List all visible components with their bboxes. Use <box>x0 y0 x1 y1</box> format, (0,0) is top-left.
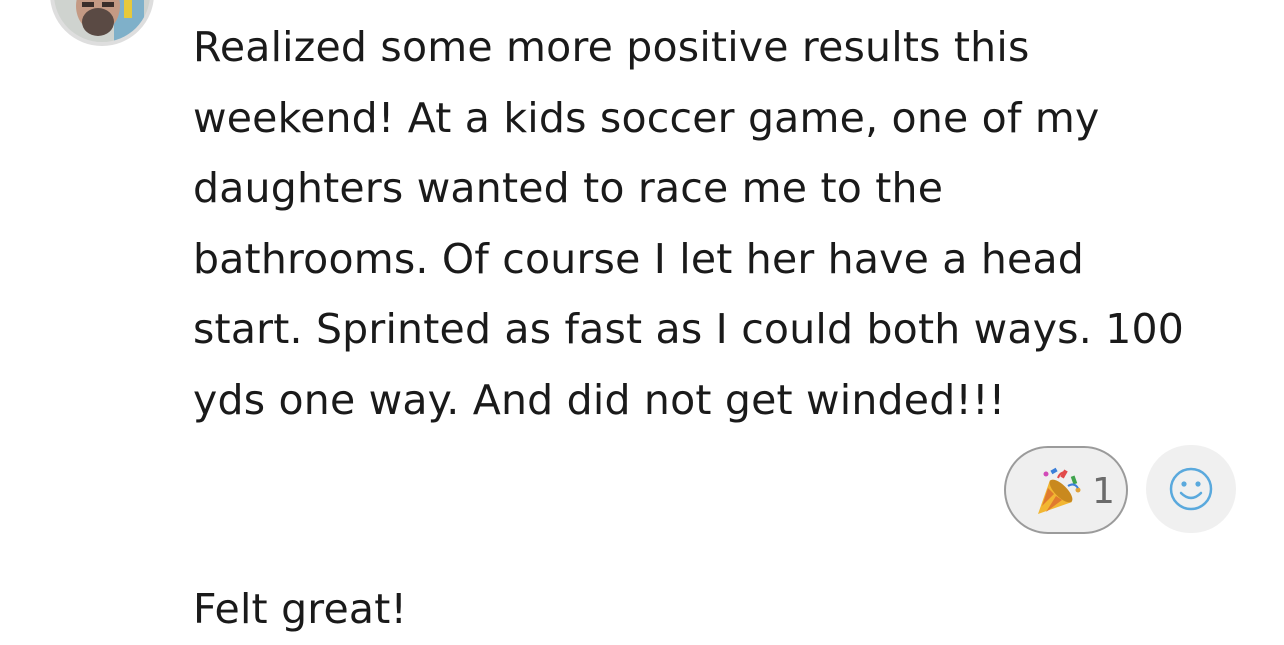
party-reaction-button[interactable]: 1 <box>1004 446 1128 534</box>
post-message-line: bathrooms. Of course I let her have a he… <box>193 234 1085 283</box>
post-message-line: Realized some more positive results this <box>193 23 1030 71</box>
post-message-line: start. Sprinted as fast as I could both … <box>193 305 1185 353</box>
smiley-face-icon <box>1169 467 1213 511</box>
post-message-line: daughters wanted to race me to the <box>193 164 944 212</box>
avatar[interactable] <box>50 0 154 46</box>
post-message-line: weekend! At a kids soccer game, one of m… <box>193 93 1100 142</box>
user-photo-icon <box>54 0 150 42</box>
post-message-line: yds one way. And did not get winded!!! <box>193 375 1006 424</box>
party-popper-icon <box>1038 467 1081 514</box>
followup-message: Felt great! <box>193 585 408 633</box>
post-message: Realized some more positive results this… <box>193 12 1253 435</box>
reaction-count: 1 <box>1092 471 1115 512</box>
add-reaction-button[interactable] <box>1146 445 1236 533</box>
